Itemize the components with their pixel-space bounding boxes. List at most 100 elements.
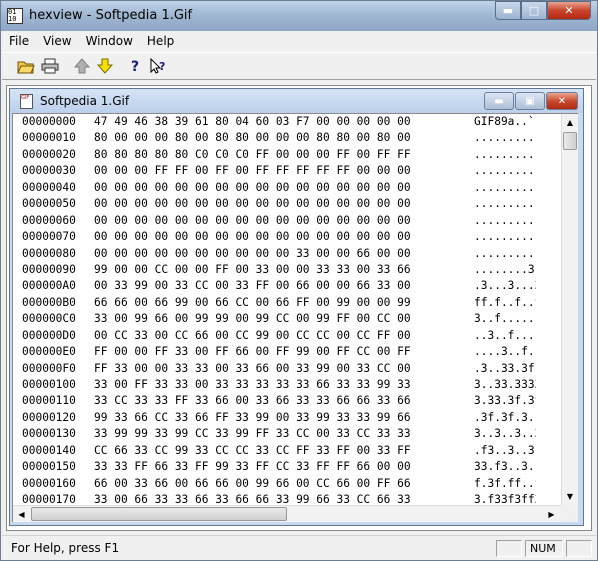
menu-window[interactable]: Window	[79, 32, 140, 51]
next-button[interactable]	[93, 55, 116, 77]
row-ascii[interactable]: ................	[474, 147, 536, 163]
row-hex-bytes[interactable]: 33 CC 33 33 FF 33 66 00 33 66 33 33 66 6…	[94, 393, 474, 409]
hex-row[interactable]: 00000090 99 00 00 CC 00 00 FF 00 33 00 00…	[22, 262, 536, 278]
row-hex-bytes[interactable]: 00 00 00 00 00 00 00 00 00 00 33 00 00 6…	[94, 246, 474, 262]
hex-row[interactable]: 00000020 80 80 80 80 80 C0 C0 C0 FF 00 00…	[22, 147, 536, 163]
help-button[interactable]: ?	[123, 55, 146, 77]
context-help-button[interactable]: ?	[146, 55, 169, 77]
row-hex-bytes[interactable]: 80 00 00 00 80 00 80 80 00 00 00 80 80 0…	[94, 130, 474, 146]
size-grip[interactable]	[561, 505, 578, 522]
vertical-scroll-thumb[interactable]	[563, 132, 577, 150]
horizontal-scroll-thumb[interactable]	[31, 507, 287, 521]
row-hex-bytes[interactable]: FF 33 00 00 33 33 00 33 66 00 33 99 00 3…	[94, 361, 474, 377]
row-ascii[interactable]: GIF89a..`.......	[474, 114, 536, 130]
hexview-app-icon[interactable]: 01 10	[7, 8, 23, 24]
row-hex-bytes[interactable]: 80 80 80 80 80 C0 C0 C0 FF 00 00 00 FF 0…	[94, 147, 474, 163]
hex-row[interactable]: 00000030 00 00 00 FF FF 00 FF 00 FF FF FF…	[22, 163, 536, 179]
print-button[interactable]	[38, 55, 61, 77]
title-bar[interactable]: 01 10 hexview - Softpedia 1.Gif ▬ □ ✕	[1, 1, 597, 31]
row-ascii[interactable]: .3...3...3..f..f3.	[474, 278, 536, 294]
row-ascii[interactable]: .3..33.3f.3..3..	[474, 361, 536, 377]
hex-view[interactable]: 00000000 47 49 46 38 39 61 80 04 60 03 F7…	[12, 113, 578, 522]
hex-row[interactable]: 00000060 00 00 00 00 00 00 00 00 00 00 00…	[22, 213, 536, 229]
row-hex-bytes[interactable]: 33 33 FF 66 33 FF 99 33 FF CC 33 FF FF 6…	[94, 459, 474, 475]
hex-row[interactable]: 000000B0 66 66 00 66 99 00 66 CC 00 66 FF…	[22, 295, 536, 311]
row-ascii[interactable]: ................	[474, 163, 536, 179]
row-hex-bytes[interactable]: CC 66 33 CC 99 33 CC CC 33 CC FF 33 FF 0…	[94, 443, 474, 459]
hex-row[interactable]: 00000010 80 00 00 00 80 00 80 80 00 00 00…	[22, 130, 536, 146]
hex-row[interactable]: 00000140 CC 66 33 CC 99 33 CC CC 33 CC FF…	[22, 443, 536, 459]
row-ascii[interactable]: ................	[474, 229, 536, 245]
document-close-button[interactable]: ✕	[546, 92, 578, 110]
row-ascii[interactable]: ....3..f........	[474, 344, 536, 360]
row-ascii[interactable]: f.3f.ff..f..f..f	[474, 476, 536, 492]
row-hex-bytes[interactable]: 00 00 00 00 00 00 00 00 00 00 00 00 00 0…	[94, 196, 474, 212]
hex-row[interactable]: 00000120 99 33 66 CC 33 66 FF 33 99 00 33…	[22, 410, 536, 426]
hex-row[interactable]: 00000160 66 00 33 66 00 66 66 00 99 66 00…	[22, 476, 536, 492]
hex-row[interactable]: 00000150 33 33 FF 66 33 FF 99 33 FF CC 33…	[22, 459, 536, 475]
row-ascii[interactable]: .3f.3f.3..3.33.f	[474, 410, 536, 426]
scroll-right-button[interactable]: ▶	[543, 506, 560, 522]
row-ascii[interactable]: 3..33.33333f33.3	[474, 377, 536, 393]
row-ascii[interactable]: ................	[474, 213, 536, 229]
document-minimize-button[interactable]: ▬	[484, 92, 514, 110]
row-hex-bytes[interactable]: 66 00 33 66 00 66 66 00 99 66 00 CC 66 0…	[94, 476, 474, 492]
row-ascii[interactable]: ..........3..f..	[474, 246, 536, 262]
row-hex-bytes[interactable]: 66 66 00 66 99 00 66 CC 00 66 FF 00 99 0…	[94, 295, 474, 311]
row-ascii[interactable]: 3..3..3..3..3.33	[474, 426, 536, 442]
row-hex-bytes[interactable]: 99 00 00 CC 00 00 FF 00 33 00 00 33 33 0…	[94, 262, 474, 278]
hex-row[interactable]: 000000F0 FF 33 00 00 33 33 00 33 66 00 33…	[22, 361, 536, 377]
document-icon[interactable]: GIF	[20, 94, 33, 109]
maximize-button[interactable]: □	[521, 1, 547, 20]
document-title-bar[interactable]: GIF Softpedia 1.Gif ▬ ▣ ✕	[10, 89, 583, 113]
hex-row[interactable]: 000000C0 33 00 99 66 00 99 99 00 99 CC 00…	[22, 311, 536, 327]
hex-row[interactable]: 000000D0 00 CC 33 00 CC 66 00 CC 99 00 CC…	[22, 328, 536, 344]
menu-file[interactable]: File	[2, 32, 36, 51]
minimize-button[interactable]: ▬	[495, 1, 521, 20]
close-button[interactable]: ✕	[547, 1, 591, 20]
row-hex-bytes[interactable]: 00 33 99 00 33 CC 00 33 FF 00 66 00 00 6…	[94, 278, 474, 294]
hex-row[interactable]: 000000A0 00 33 99 00 33 CC 00 33 FF 00 66…	[22, 278, 536, 294]
open-button[interactable]	[14, 55, 37, 77]
scroll-up-button[interactable]: ▲	[562, 114, 578, 131]
row-hex-bytes[interactable]: 33 99 99 33 99 CC 33 99 FF 33 CC 00 33 C…	[94, 426, 474, 442]
row-ascii[interactable]: 3.33.3f.3f33ff3f	[474, 393, 536, 409]
row-ascii[interactable]: ................	[474, 130, 536, 146]
row-hex-bytes[interactable]: 33 00 FF 33 33 00 33 33 33 33 33 66 33 3…	[94, 377, 474, 393]
row-ascii[interactable]: ........3..33.3f	[474, 262, 536, 278]
hex-row[interactable]: 00000000 47 49 46 38 39 61 80 04 60 03 F7…	[22, 114, 536, 130]
row-hex-bytes[interactable]: FF 00 00 FF 33 00 FF 66 00 FF 99 00 FF C…	[94, 344, 474, 360]
hex-row[interactable]: 00000100 33 00 FF 33 33 00 33 33 33 33 33…	[22, 377, 536, 393]
row-hex-bytes[interactable]: 00 CC 33 00 CC 66 00 CC 99 00 CC CC 00 C…	[94, 328, 474, 344]
scroll-left-button[interactable]: ◀	[13, 506, 30, 522]
hex-row[interactable]: 00000130 33 99 99 33 99 CC 33 99 FF 33 CC…	[22, 426, 536, 442]
hex-row[interactable]: 00000050 00 00 00 00 00 00 00 00 00 00 00…	[22, 196, 536, 212]
document-restore-button[interactable]: ▣	[515, 92, 545, 110]
row-hex-bytes[interactable]: 00 00 00 00 00 00 00 00 00 00 00 00 00 0…	[94, 213, 474, 229]
hex-row[interactable]: 00000080 00 00 00 00 00 00 00 00 00 00 33…	[22, 246, 536, 262]
row-hex-bytes[interactable]: 33 00 99 66 00 99 99 00 99 CC 00 99 FF 0…	[94, 311, 474, 327]
vertical-scrollbar[interactable]: ▲ ▼	[561, 114, 578, 505]
row-ascii[interactable]: ..3..f..........	[474, 328, 536, 344]
row-ascii[interactable]: ................	[474, 180, 536, 196]
menu-help[interactable]: Help	[140, 32, 181, 51]
row-ascii[interactable]: 3..f............	[474, 311, 536, 327]
prev-button[interactable]	[70, 55, 93, 77]
row-address: 00000000	[22, 115, 76, 128]
row-hex-bytes[interactable]: 00 00 00 FF FF 00 FF 00 FF FF FF FF FF 0…	[94, 163, 474, 179]
row-hex-bytes[interactable]: 00 00 00 00 00 00 00 00 00 00 00 00 00 0…	[94, 229, 474, 245]
row-ascii[interactable]: ff.f..f..f......	[474, 295, 536, 311]
row-hex-bytes[interactable]: 99 33 66 CC 33 66 FF 33 99 00 33 99 33 3…	[94, 410, 474, 426]
menu-view[interactable]: View	[36, 32, 78, 51]
row-ascii[interactable]: 33.f3..3..3..f..	[474, 459, 536, 475]
row-hex-bytes[interactable]: 47 49 46 38 39 61 80 04 60 03 F7 00 00 0…	[94, 114, 474, 130]
hex-row[interactable]: 00000110 33 CC 33 33 FF 33 66 00 33 66 33…	[22, 393, 536, 409]
row-ascii[interactable]: .f3..3..3..3..3.	[474, 443, 536, 459]
row-hex-bytes[interactable]: 00 00 00 00 00 00 00 00 00 00 00 00 00 0…	[94, 180, 474, 196]
hex-row[interactable]: 00000040 00 00 00 00 00 00 00 00 00 00 00…	[22, 180, 536, 196]
hex-row[interactable]: 00000070 00 00 00 00 00 00 00 00 00 00 00…	[22, 229, 536, 245]
scroll-down-button[interactable]: ▼	[562, 488, 578, 505]
horizontal-scrollbar[interactable]: ◀ ▶	[13, 505, 561, 522]
row-ascii[interactable]: ................	[474, 196, 536, 212]
hex-row[interactable]: 000000E0 FF 00 00 FF 33 00 FF 66 00 FF 99…	[22, 344, 536, 360]
